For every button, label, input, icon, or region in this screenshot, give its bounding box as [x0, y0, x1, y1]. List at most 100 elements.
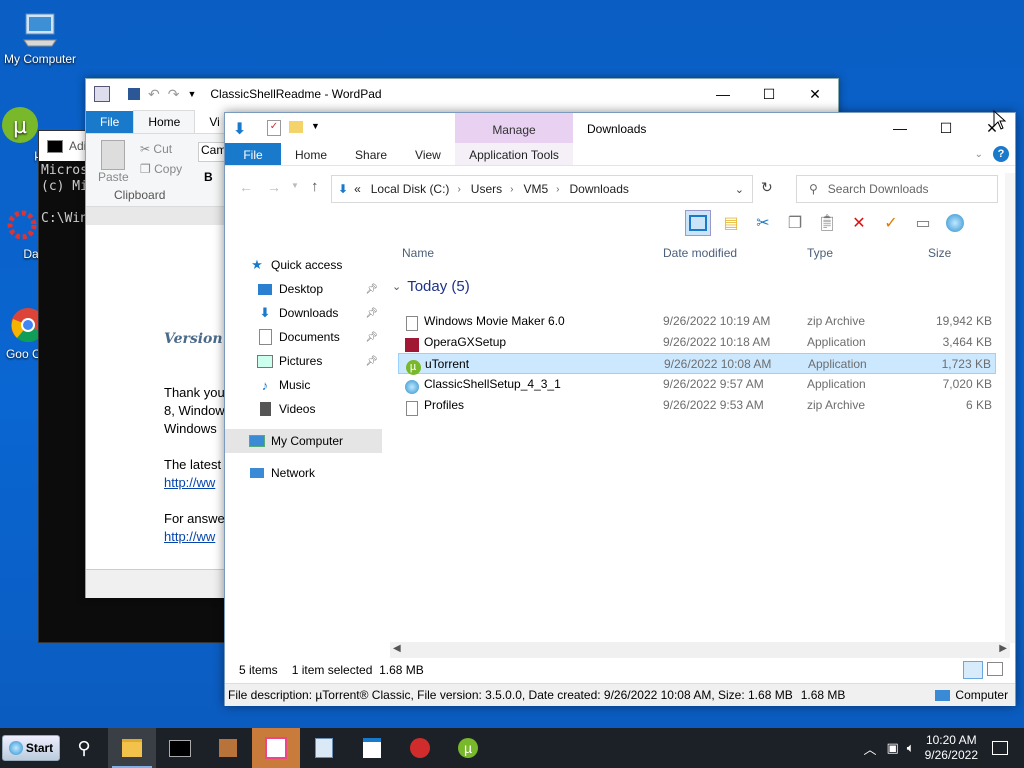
forward-arrow-icon[interactable]: → [267, 179, 281, 195]
tab-file[interactable]: File [225, 143, 281, 165]
pin-icon[interactable]: 📌︎ [365, 308, 378, 319]
minimize-button[interactable]: — [877, 113, 923, 143]
refresh-icon[interactable]: ↻ [761, 179, 773, 196]
minimize-button[interactable]: — [700, 79, 746, 109]
bold-button[interactable]: B [204, 170, 213, 184]
chevron-right-icon[interactable]: › [457, 184, 460, 195]
tab-share[interactable]: Share [341, 143, 401, 165]
taskbar-cmd[interactable] [156, 728, 204, 768]
pin-icon[interactable]: 📌︎ [365, 356, 378, 367]
paste-button[interactable]: Paste [98, 140, 129, 184]
quick-access-dropdown-icon[interactable]: ▼ [187, 89, 196, 99]
table-row[interactable]: OperaGXSetup 9/26/2022 10:18 AM Applicat… [398, 332, 996, 353]
taskbar-app-archive[interactable] [204, 728, 252, 768]
nav-item-videos[interactable]: Videos [225, 397, 382, 421]
up-arrow-icon[interactable]: ↑ [311, 178, 319, 195]
rename-icon[interactable]: ▭ [911, 211, 935, 235]
start-button[interactable]: Start [2, 735, 60, 761]
nav-item-network[interactable]: Network [225, 461, 382, 485]
shell-icon[interactable] [943, 211, 967, 235]
column-header-name[interactable]: Name [402, 246, 434, 260]
address-bar[interactable]: ⬇ « Local Disk (C:) › Users › VM5 › Down… [331, 175, 753, 203]
tab-home[interactable]: Home [133, 110, 196, 133]
taskbar-utorrent[interactable]: µ [444, 728, 492, 768]
wordpad-titlebar[interactable]: ↶ ↷ ▼ ClassicShellReadme - WordPad — ☐ ✕ [86, 79, 838, 109]
nav-item-downloads[interactable]: ⬇ Downloads 📌︎ [225, 301, 382, 325]
close-button[interactable]: ✕ [969, 113, 1015, 143]
scroll-right-icon[interactable]: ▶ [999, 643, 1007, 654]
tab-application-tools[interactable]: Application Tools [455, 143, 573, 165]
taskbar-wordpad[interactable] [300, 728, 348, 768]
breadcrumb-item[interactable]: Local Disk (C:) [371, 182, 450, 196]
undo-icon[interactable]: ↶ [148, 86, 160, 103]
ribbon-expand-icon[interactable]: ⌄ [975, 149, 983, 160]
maximize-button[interactable]: ☐ [923, 113, 969, 143]
desktop-icon-my-computer[interactable]: My Computer [0, 10, 80, 66]
copy-button[interactable]: ❐ Copy [140, 162, 182, 176]
save-icon[interactable] [128, 88, 140, 100]
pin-icon[interactable]: 📌︎ [365, 332, 378, 343]
taskbar-search[interactable]: ⚲ [60, 728, 108, 768]
breadcrumb-item[interactable]: Users [471, 182, 502, 196]
table-row[interactable]: Profiles 9/26/2022 9:53 AM zip Archive 6… [398, 395, 996, 416]
nav-item-music[interactable]: ♪ Music [225, 373, 382, 397]
chevron-up-icon[interactable]: ︿ [863, 739, 876, 758]
cut-button[interactable]: ✂ Cut [140, 142, 172, 156]
clock[interactable]: 10:20 AM 9/26/2022 [925, 733, 978, 763]
explorer-window[interactable]: ⬇ ✓ ▼ Manage Downloads — ☐ ✕ File Home S… [224, 112, 1016, 706]
properties-icon[interactable]: ✓ [267, 120, 281, 136]
chevron-right-icon[interactable]: › [510, 184, 513, 195]
tab-file[interactable]: File [86, 111, 134, 133]
table-row[interactable]: ClassicShellSetup_4_3_1 9/26/2022 9:57 A… [398, 374, 996, 395]
explorer-titlebar[interactable]: ⬇ ✓ ▼ Manage Downloads — ☐ ✕ [225, 113, 1015, 165]
maximize-button[interactable]: ☐ [746, 79, 792, 109]
breadcrumb-item[interactable]: Downloads [570, 182, 629, 196]
column-header-type[interactable]: Type [807, 246, 833, 260]
paste-icon[interactable]: 📋︎ [815, 211, 839, 235]
taskbar-file-explorer[interactable] [108, 728, 156, 768]
tab-view[interactable]: View [401, 143, 455, 165]
nav-item-desktop[interactable]: Desktop 📌︎ [225, 277, 382, 301]
table-row[interactable]: µ uTorrent 9/26/2022 10:08 AM Applicatio… [398, 353, 996, 375]
close-button[interactable]: ✕ [792, 79, 838, 109]
taskbar-movie-maker[interactable] [252, 728, 300, 768]
chevron-right-icon[interactable]: › [556, 184, 559, 195]
nav-item-documents[interactable]: Documents 📌︎ [225, 325, 382, 349]
redo-icon[interactable]: ↷ [168, 86, 180, 103]
doc-link[interactable]: http://ww [164, 475, 215, 490]
volume-icon[interactable]: 🔈︎ [907, 740, 915, 756]
large-icons-view-icon[interactable] [987, 662, 1003, 676]
nav-item-pictures[interactable]: Pictures 📌︎ [225, 349, 382, 373]
delete-icon[interactable]: ✕ [847, 211, 871, 235]
nav-item-my-computer[interactable]: My Computer [225, 429, 382, 453]
document-area[interactable]: Version Thank you 8, Window Windows The … [86, 255, 226, 570]
network-icon[interactable]: ▣ [887, 740, 899, 756]
horizontal-scrollbar[interactable]: ◀ ▶ [390, 642, 1010, 658]
cut-icon[interactable]: ✂ [751, 211, 775, 235]
quick-access-dropdown-icon[interactable]: ▼ [311, 121, 320, 131]
column-header-size[interactable]: Size [928, 246, 951, 260]
checkmark-icon[interactable]: ✓ [879, 211, 903, 235]
taskbar-store[interactable] [348, 728, 396, 768]
breadcrumb-prefix[interactable]: « [354, 182, 361, 196]
column-header-date[interactable]: Date modified [663, 246, 737, 260]
recent-dropdown-icon[interactable]: ▼ [291, 181, 299, 190]
scroll-left-icon[interactable]: ◀ [393, 643, 401, 654]
doc-link[interactable]: http://ww [164, 529, 215, 544]
table-row[interactable]: Windows Movie Maker 6.0 9/26/2022 10:19 … [398, 311, 996, 332]
folder-options-icon[interactable]: ▤ [719, 211, 743, 235]
details-view-icon[interactable] [963, 661, 983, 679]
vertical-scrollbar[interactable] [1005, 173, 1015, 643]
help-icon[interactable]: ? [993, 146, 1009, 162]
navigation-pane-icon[interactable] [685, 210, 711, 236]
search-input[interactable]: ⚲ Search Downloads [796, 175, 998, 203]
copy-icon[interactable]: ❐ [783, 211, 807, 235]
taskbar-opera-gx[interactable] [396, 728, 444, 768]
breadcrumb-item[interactable]: VM5 [523, 182, 548, 196]
pin-icon[interactable]: 📌︎ [365, 284, 378, 295]
new-folder-icon[interactable] [289, 121, 303, 133]
tab-home[interactable]: Home [281, 143, 341, 165]
notification-icon[interactable] [992, 741, 1008, 755]
group-header[interactable]: ⌄ Today (5) [390, 275, 470, 297]
nav-item-quick-access[interactable]: ★ Quick access [225, 253, 382, 277]
